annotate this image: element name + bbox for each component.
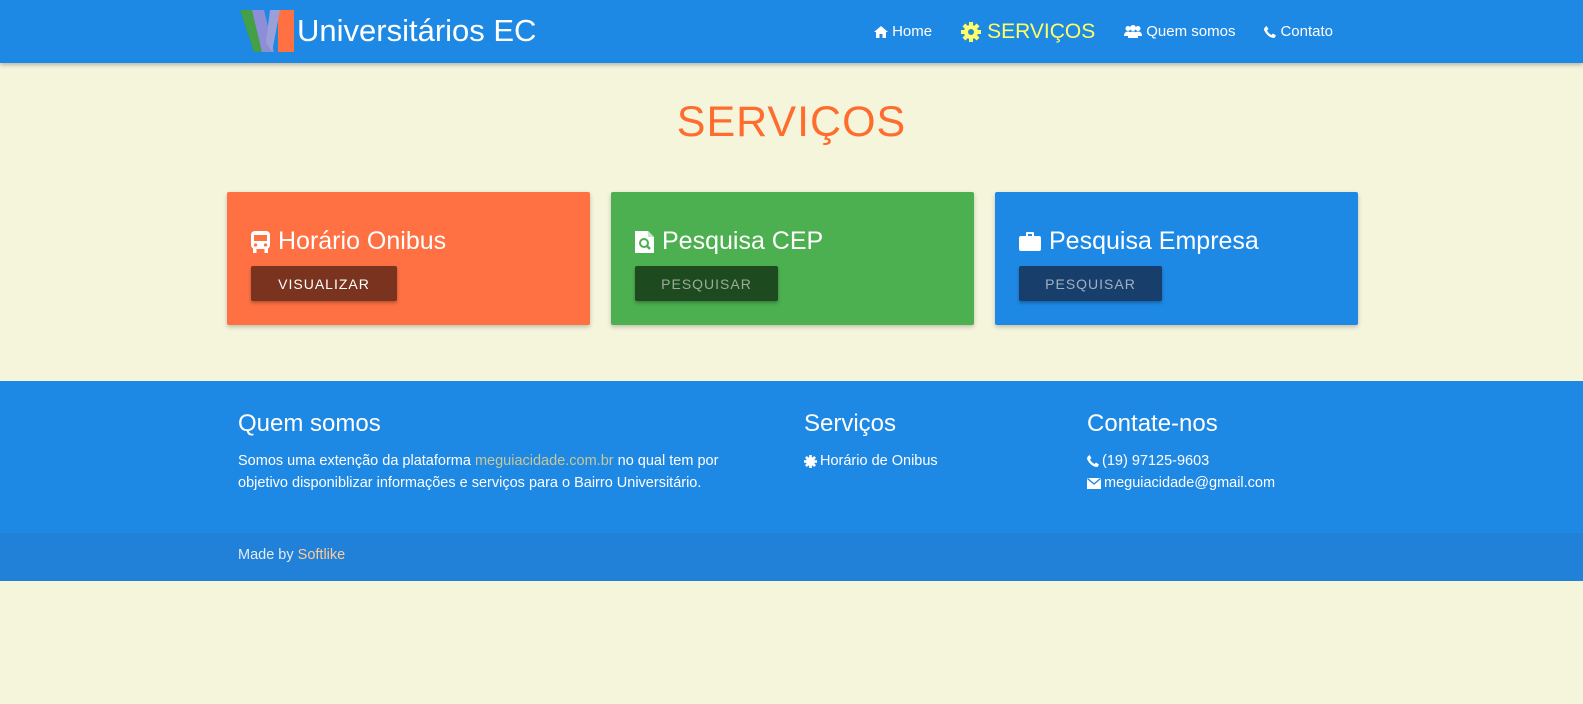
brand-title: Universitários EC (297, 13, 537, 48)
footer: Quem somos Somos uma extenção da platafo… (0, 381, 1583, 533)
card-title: Pesquisa CEP (662, 227, 824, 255)
pesquisar-empresa-button[interactable]: PESQUISAR (1019, 266, 1162, 301)
nav-home-label: Home (892, 23, 933, 40)
footer-phone-value: (19) 97125-9603 (1102, 453, 1210, 469)
footer-about: Quem somos Somos uma extenção da platafo… (238, 410, 758, 494)
brand-link[interactable]: Universitários EC (240, 9, 536, 53)
nav-contato-label: Contato (1280, 23, 1333, 40)
meguiacidade-link[interactable]: meguiacidade.com.br (475, 453, 614, 469)
footer-service-horario[interactable]: Horário de Onibus (804, 450, 938, 472)
footer-phone: (19) 97125-9603 (1087, 450, 1275, 472)
footer-email: meguiacidade@gmail.com (1087, 472, 1275, 494)
card-horario-onibus: Horário Onibus VISUALIZAR (227, 192, 590, 325)
footer-about-text: Somos uma extenção da plataforma meguiac… (238, 450, 758, 494)
footer-bottom-bar: Made by Softlike (0, 533, 1583, 581)
made-by-prefix: Made by (238, 547, 298, 563)
phone-icon (1087, 455, 1099, 467)
pesquisar-cep-button[interactable]: PESQUISAR (635, 266, 778, 301)
card-pesquisa-empresa: Pesquisa Empresa PESQUISAR (995, 192, 1358, 325)
gear-icon (961, 21, 982, 42)
nav-quem-somos[interactable]: Quem somos (1124, 23, 1235, 40)
file-search-icon (635, 230, 654, 253)
briefcase-icon (1019, 232, 1041, 251)
page-title: SERVIÇOS (676, 98, 907, 146)
visualizar-button[interactable]: VISUALIZAR (251, 266, 397, 301)
footer-contact-title: Contate-nos (1087, 410, 1218, 437)
footer-services: Serviços Horário de Onibus (804, 410, 938, 472)
made-by: Made by Softlike (238, 547, 345, 563)
users-icon (1124, 25, 1143, 38)
bus-icon (251, 230, 270, 253)
footer-services-title: Serviços (804, 410, 897, 437)
card-title: Horário Onibus (278, 227, 447, 255)
envelope-icon (1087, 477, 1101, 489)
footer-contact: Contate-nos (19) 97125-9603 meguiacidade… (1087, 410, 1275, 494)
nav-quem-somos-label: Quem somos (1146, 23, 1236, 40)
main-nav: Home SERVIÇOS Quem somos Contato (845, 0, 1333, 63)
phone-icon (1264, 25, 1277, 38)
nav-servicos[interactable]: SERVIÇOS (961, 20, 1095, 44)
nav-servicos-label: SERVIÇOS (987, 19, 1096, 43)
softlike-link[interactable]: Softlike (298, 547, 346, 563)
home-icon (874, 25, 889, 38)
brand-logo-icon (240, 10, 294, 52)
gear-icon (804, 454, 817, 468)
nav-contato[interactable]: Contato (1264, 23, 1333, 40)
footer-service-label: Horário de Onibus (820, 453, 938, 469)
card-pesquisa-cep: Pesquisa CEP PESQUISAR (611, 192, 974, 325)
footer-email-value: meguiacidade@gmail.com (1104, 475, 1276, 491)
card-title: Pesquisa Empresa (1049, 227, 1259, 255)
nav-home[interactable]: Home (874, 23, 932, 40)
navbar: Universitários EC Home SERVIÇOS Quem som… (0, 0, 1583, 63)
about-text-start: Somos uma extenção da plataforma (238, 453, 475, 469)
footer-about-title: Quem somos (238, 410, 381, 437)
card-header: Pesquisa Empresa (1019, 227, 1259, 256)
card-header: Pesquisa CEP (635, 227, 823, 256)
card-header: Horário Onibus (251, 227, 446, 256)
